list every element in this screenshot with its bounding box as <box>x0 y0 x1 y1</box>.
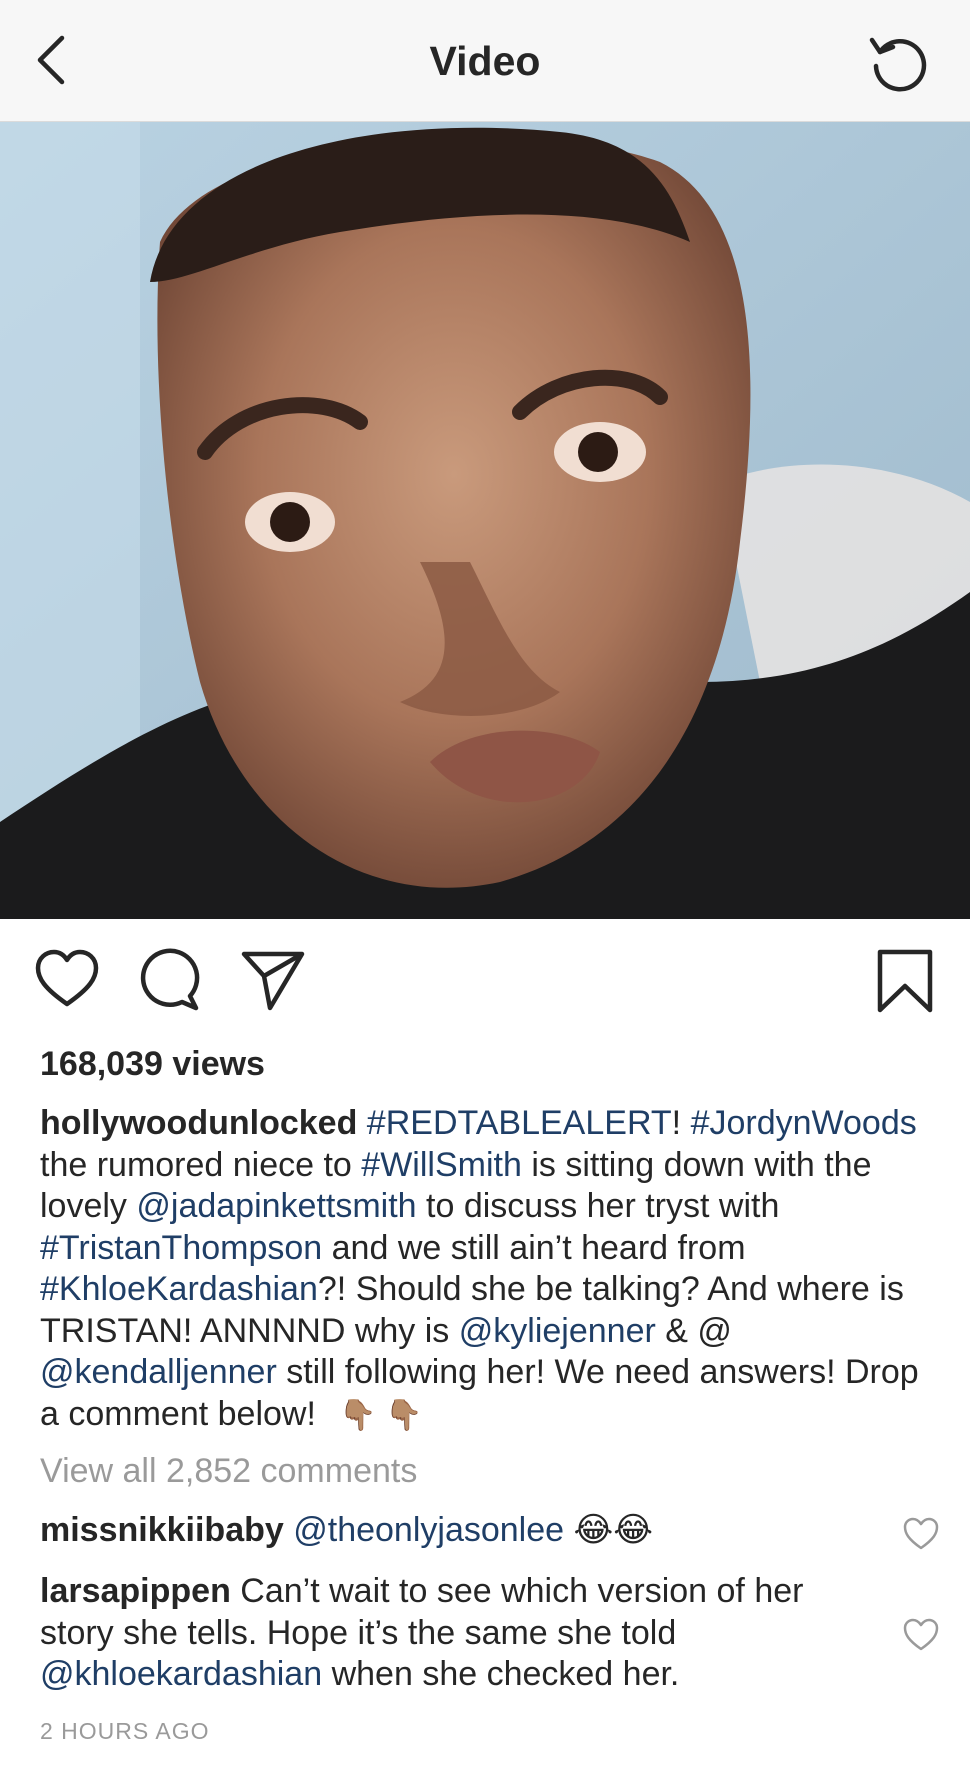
mention-link[interactable]: @kyliejenner <box>459 1312 656 1350</box>
caption-text: to discuss her tryst with <box>416 1187 780 1225</box>
comment-item: missnikkiibaby @theonlyjasonlee 😂😂 <box>40 1510 880 1552</box>
hashtag-link[interactable]: #TristanThompson <box>40 1229 322 1267</box>
mention-link[interactable]: @khloekardashian <box>40 1655 322 1693</box>
caption-text <box>357 1104 366 1142</box>
caption-text: and we still ain’t heard from <box>322 1228 746 1267</box>
laughing-emoji: 😂😂 <box>573 1511 653 1549</box>
post-caption: hollywoodunlocked #REDTABLEALERT! #Jordy… <box>40 1103 930 1436</box>
caption-text: & @ <box>655 1311 732 1350</box>
caption-text: ! <box>671 1104 691 1142</box>
mention-link[interactable]: @theonlyjasonlee <box>293 1511 564 1549</box>
heart-outline-icon[interactable] <box>34 948 100 1014</box>
pointing-down-emoji: 👇🏽 👇🏽 <box>339 1398 423 1432</box>
video-player[interactable] <box>0 122 970 919</box>
hashtag-link[interactable]: #WillSmith <box>361 1146 522 1184</box>
comment-username[interactable]: larsapippen <box>40 1572 231 1610</box>
view-count[interactable]: 168,039 views <box>40 1045 265 1084</box>
caption-text: the rumored niece to <box>40 1145 362 1184</box>
mention-link[interactable]: @kendalljenner <box>40 1353 277 1391</box>
heart-outline-icon[interactable] <box>902 1617 940 1653</box>
video-frame <box>0 122 970 919</box>
action-bar <box>0 940 970 1020</box>
comment-item: larsapippen Can’t wait to see which vers… <box>40 1571 880 1696</box>
comment-username[interactable]: missnikkiibaby <box>40 1511 284 1549</box>
nav-bar: Video <box>0 0 970 122</box>
caption-username[interactable]: hollywoodunlocked <box>40 1104 357 1142</box>
hashtag-link[interactable]: #JordynWoods <box>691 1104 917 1142</box>
heart-outline-icon[interactable] <box>902 1516 940 1552</box>
comment-text: when she checked her. <box>322 1655 680 1693</box>
post-timestamp: 2 HOURS AGO <box>40 1718 210 1744</box>
paper-plane-icon[interactable] <box>240 948 306 1014</box>
hashtag-link[interactable]: #REDTABLEALERT <box>367 1104 672 1142</box>
view-all-comments-link[interactable]: View all 2,852 comments <box>40 1452 417 1491</box>
refresh-icon[interactable] <box>866 30 932 96</box>
page-title: Video <box>429 38 541 84</box>
mention-link[interactable]: @jadapinkettsmith <box>136 1187 416 1225</box>
comment-bubble-icon[interactable] <box>138 948 204 1014</box>
hashtag-link[interactable]: #KhloeKardashian <box>40 1270 318 1308</box>
bookmark-icon[interactable] <box>872 948 938 1014</box>
